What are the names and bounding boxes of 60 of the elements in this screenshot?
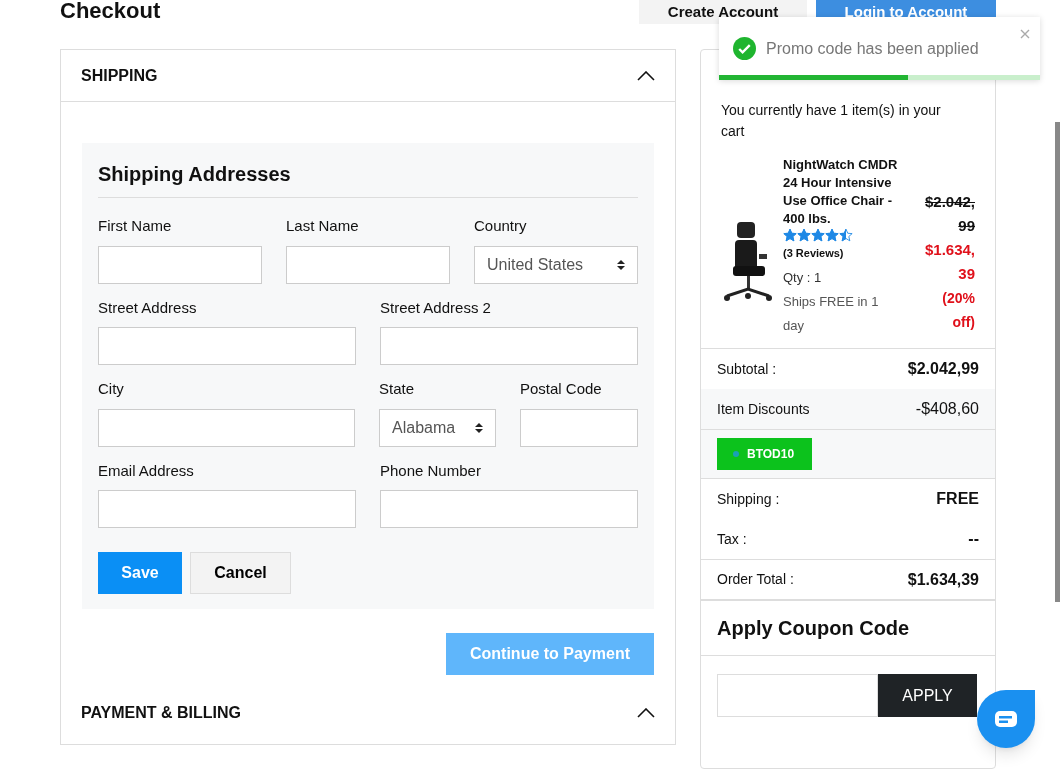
input-field[interactable]: [286, 245, 450, 284]
input-field[interactable]: [98, 408, 355, 447]
star-icon: [811, 228, 825, 242]
shipping-note: Ships FREE in 1 day: [783, 293, 880, 335]
field-label: Street Address: [98, 297, 198, 318]
coupon-title: Apply Coupon Code: [717, 616, 910, 641]
cancel-button[interactable]: Cancel: [190, 552, 291, 594]
input-field[interactable]: [98, 245, 262, 284]
star-icon: [797, 228, 811, 242]
input-field[interactable]: [98, 490, 356, 528]
summary-value: --: [968, 529, 979, 549]
coupon-input[interactable]: [717, 674, 878, 717]
field-label: Last Name: [286, 216, 360, 236]
input-field[interactable]: [380, 327, 638, 365]
summary-label: Item Discounts: [717, 399, 810, 419]
check-circle-icon: [733, 37, 756, 60]
review-count: (3 Reviews): [783, 246, 844, 261]
quantity: Qty : 1: [783, 269, 823, 287]
chevron-icon[interactable]: [637, 70, 655, 81]
field-label: Street Address 2: [380, 297, 492, 318]
chat-button[interactable]: [977, 690, 1035, 748]
summary-value: -$408,60: [915, 399, 979, 419]
page-title: Checkout: [60, 0, 162, 25]
summary-label: Order Total :: [717, 570, 794, 589]
field-label: Phone Number: [380, 460, 482, 481]
original-price: $2.042,99: [923, 192, 975, 236]
star-icon: [825, 228, 839, 242]
field-label: First Name: [98, 216, 173, 236]
section-title: PAYMENT & BILLING: [81, 703, 241, 723]
product-name: NightWatch CMDR 24 Hour Intensive Use Office Chair - 400 lbs.: [783, 156, 899, 228]
select-field[interactable]: United States: [474, 245, 638, 284]
field-label: State: [379, 379, 416, 399]
toast-message: Promo code has been applied: [766, 38, 979, 59]
select-field[interactable]: Alabama: [379, 408, 496, 447]
sort-arrows-icon: [475, 421, 483, 434]
section-title: SHIPPING: [81, 65, 158, 86]
summary-value: $1.634,39: [907, 569, 979, 590]
field-label: Country: [474, 216, 528, 236]
summary-label: Shipping :: [717, 489, 780, 509]
field-label: Email Address: [98, 460, 195, 481]
summary-label: Subtotal :: [717, 359, 777, 379]
summary-value: FREE: [936, 489, 979, 509]
sort-arrows-icon: [617, 258, 625, 271]
star-icon: [839, 228, 853, 242]
input-field[interactable]: [380, 490, 638, 528]
apply-button[interactable]: APPLY: [878, 674, 977, 717]
sale-price: $1.634,39: [923, 240, 975, 284]
summary-label: Tax :: [717, 529, 747, 549]
input-field[interactable]: [98, 327, 356, 365]
chevron-icon[interactable]: [637, 708, 655, 718]
star-icon: [783, 228, 797, 242]
discount-percent: (20% off): [941, 289, 975, 332]
form-title: Shipping Addresses: [98, 159, 638, 198]
summary-value: $2.042,99: [907, 359, 979, 379]
chat-icon: [994, 710, 1018, 728]
cart-intro: You currently have 1 item(s) in your cart: [720, 101, 942, 141]
field-label: Postal Code: [520, 379, 603, 399]
input-field[interactable]: [520, 408, 638, 447]
close-icon[interactable]: [1020, 29, 1030, 39]
field-label: City: [98, 379, 125, 399]
